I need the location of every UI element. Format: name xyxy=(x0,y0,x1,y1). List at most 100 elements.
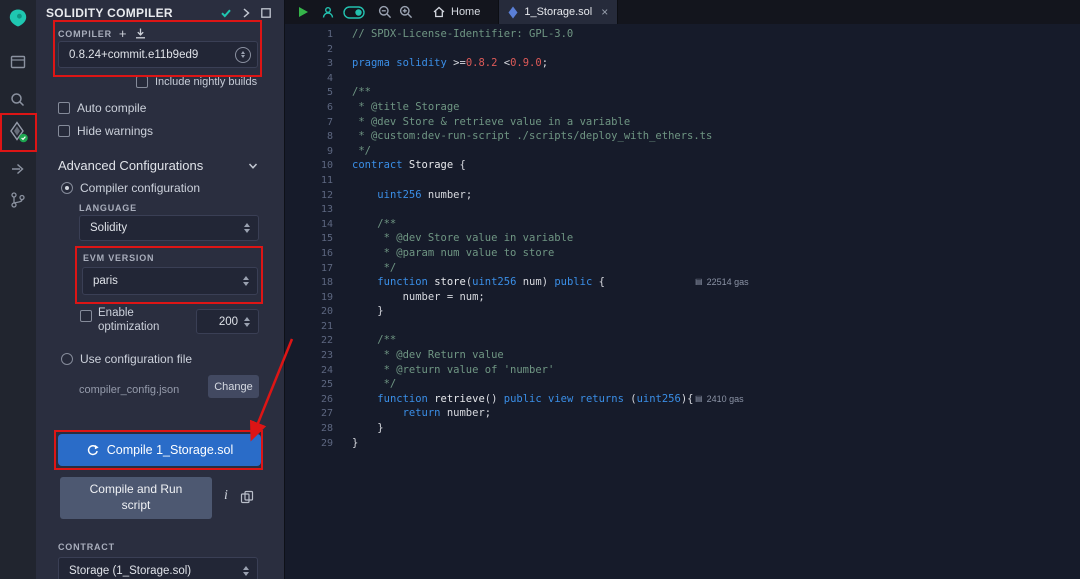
zoom-out-button[interactable] xyxy=(378,5,392,19)
tab-1-storage-sol[interactable]: 1_Storage.sol × xyxy=(498,0,618,24)
gas-estimate-text: 22514 gas xyxy=(707,275,749,290)
line-number: 2 xyxy=(285,43,333,58)
include-nightly-label: Include nightly builds xyxy=(155,76,257,88)
sidebar-item-solidity-compiler[interactable] xyxy=(0,118,36,146)
code-line[interactable]: 7 * @dev Store & retrieve value in a var… xyxy=(285,115,1080,130)
line-number: 28 xyxy=(285,422,333,437)
assistant-button[interactable] xyxy=(321,6,335,19)
code-line[interactable]: 4 xyxy=(285,71,1080,86)
code-line[interactable]: 22 /** xyxy=(285,333,1080,348)
compile-success-check-icon xyxy=(220,7,232,19)
select-arrows-icon xyxy=(244,223,250,233)
chevron-down-icon[interactable] xyxy=(247,160,259,172)
code-line[interactable]: 15 * @dev Store value in variable xyxy=(285,231,1080,246)
line-number: 14 xyxy=(285,218,333,233)
hide-warnings-checkbox[interactable] xyxy=(58,125,70,137)
gas-estimate-hint[interactable]: ▤2410 gas xyxy=(695,392,744,407)
code-line[interactable]: 21 xyxy=(285,319,1080,334)
feature-toggle[interactable] xyxy=(343,6,365,19)
code-line[interactable]: 28 } xyxy=(285,421,1080,436)
code-line[interactable]: 9 */ xyxy=(285,144,1080,159)
code-line[interactable]: 23 * @dev Return value xyxy=(285,348,1080,363)
language-label: LANGUAGE xyxy=(79,203,137,213)
change-config-button[interactable]: Change xyxy=(208,375,259,398)
optimization-runs-stepper[interactable]: 200 xyxy=(196,309,259,334)
code-line[interactable]: 27 return number; xyxy=(285,406,1080,421)
code-line[interactable]: 18 function store(uint256 num) public {▤… xyxy=(285,275,1080,290)
info-icon[interactable]: i xyxy=(224,488,228,504)
include-nightly-checkbox[interactable] xyxy=(136,76,148,88)
language-select[interactable]: Solidity xyxy=(79,215,259,241)
line-number: 22 xyxy=(285,334,333,349)
add-custom-compiler-icon[interactable]: + xyxy=(119,27,127,40)
code-line[interactable]: 17 */ xyxy=(285,261,1080,276)
line-number: 8 xyxy=(285,130,333,145)
code-text: uint256 number; xyxy=(352,189,472,201)
auto-compile-checkbox[interactable] xyxy=(58,102,70,114)
code-text: function store(uint256 num) public { xyxy=(352,276,605,288)
use-config-file-radio[interactable] xyxy=(61,353,73,365)
code-line[interactable]: 16 * @param num value to store xyxy=(285,246,1080,261)
line-number: 17 xyxy=(285,262,333,277)
code-line[interactable]: 26 function retrieve() public view retur… xyxy=(285,392,1080,407)
code-line[interactable]: 3pragma solidity >=0.8.2 <0.9.0; xyxy=(285,56,1080,71)
icon-rail xyxy=(0,0,36,579)
code-line[interactable]: 29} xyxy=(285,436,1080,451)
code-editor[interactable]: 1// SPDX-License-Identifier: GPL-3.023pr… xyxy=(285,24,1080,579)
close-tab-icon[interactable]: × xyxy=(601,5,608,19)
compiler-configuration-label: Compiler configuration xyxy=(80,181,200,195)
code-line[interactable]: 25 */ xyxy=(285,377,1080,392)
enable-optimization-checkbox[interactable] xyxy=(80,310,92,322)
sidebar-item-git[interactable] xyxy=(0,186,36,214)
code-line[interactable]: 1// SPDX-License-Identifier: GPL-3.0 xyxy=(285,27,1080,42)
copy-icon[interactable] xyxy=(240,490,254,504)
code-text: */ xyxy=(352,262,396,274)
zoom-in-button[interactable] xyxy=(399,5,413,19)
sidebar-item-deploy-run[interactable] xyxy=(0,155,36,183)
code-line[interactable]: 11 xyxy=(285,173,1080,188)
code-line[interactable]: 12 uint256 number; xyxy=(285,188,1080,203)
code-line[interactable]: 5/** xyxy=(285,85,1080,100)
sidebar-item-workspace[interactable] xyxy=(0,48,36,76)
run-script-button[interactable] xyxy=(297,6,309,18)
line-number: 12 xyxy=(285,189,333,204)
code-line[interactable]: 8 * @custom:dev-run-script ./scripts/dep… xyxy=(285,129,1080,144)
tab-home[interactable]: Home xyxy=(423,0,490,24)
gas-estimate-hint[interactable]: ▤22514 gas xyxy=(695,275,749,290)
code-text: pragma solidity >=0.8.2 <0.9.0; xyxy=(352,57,548,69)
line-number: 5 xyxy=(285,86,333,101)
pin-panel-icon[interactable] xyxy=(260,7,272,19)
code-line[interactable]: 19 number = num; xyxy=(285,290,1080,305)
code-line[interactable]: 20 } xyxy=(285,304,1080,319)
chevron-right-icon[interactable] xyxy=(241,7,251,19)
advanced-configurations-header[interactable]: Advanced Configurations xyxy=(58,158,259,173)
code-line[interactable]: 14 /** xyxy=(285,217,1080,232)
select-arrows-icon xyxy=(243,276,249,286)
solidity-file-icon xyxy=(508,6,518,19)
sidebar-item-search[interactable] xyxy=(0,86,36,114)
hide-warnings-row: Hide warnings xyxy=(58,124,153,138)
code-line[interactable]: 10contract Storage { xyxy=(285,158,1080,173)
compiler-configuration-radio[interactable] xyxy=(61,182,73,194)
compile-button[interactable]: Compile 1_Storage.sol xyxy=(58,434,261,466)
code-line[interactable]: 6 * @title Storage xyxy=(285,100,1080,115)
compile-and-run-button[interactable]: Compile and Run script xyxy=(60,477,212,519)
compiler-section-label: COMPILER xyxy=(58,29,112,39)
line-number: 16 xyxy=(285,247,333,262)
evm-version-select[interactable]: paris xyxy=(82,267,258,295)
code-line[interactable]: 2 xyxy=(285,42,1080,57)
auto-compile-row: Auto compile xyxy=(58,101,146,115)
line-number: 26 xyxy=(285,393,333,408)
advanced-configurations-label: Advanced Configurations xyxy=(58,158,203,173)
code-line[interactable]: 24 * @return value of 'number' xyxy=(285,363,1080,378)
download-compiler-icon[interactable] xyxy=(134,27,147,40)
code-line[interactable]: 13 xyxy=(285,202,1080,217)
contract-select[interactable]: Storage (1_Storage.sol) xyxy=(58,557,258,579)
compiler-version-select[interactable]: 0.8.24+commit.e11b9ed9 xyxy=(58,41,258,68)
line-number: 6 xyxy=(285,101,333,116)
use-config-file-label: Use configuration file xyxy=(80,352,192,366)
line-number: 27 xyxy=(285,407,333,422)
assistant-icon xyxy=(321,6,335,19)
editor-column: Home 1_Storage.sol × 1// SPDX-License-Id… xyxy=(285,0,1080,579)
remix-logo-icon[interactable] xyxy=(0,4,36,32)
